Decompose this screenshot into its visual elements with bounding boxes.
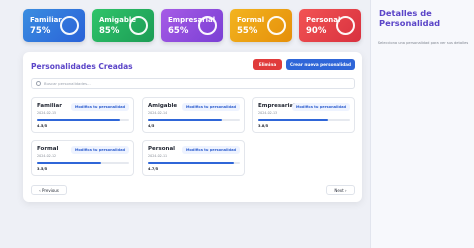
stats-row: Familiar 75% Amigable 85% Empresarial 65… — [23, 9, 361, 42]
rating-bar — [37, 119, 129, 121]
details-hint: Selecciona una personalidad para ver sus… — [377, 41, 469, 45]
personality-name: Familiar — [37, 103, 62, 109]
previous-page-button[interactable]: ‹ Previous — [31, 185, 67, 195]
rating-bar-fill — [258, 119, 328, 121]
details-panel: Detalles de Personalidad Selecciona una … — [370, 0, 474, 248]
search-icon — [36, 81, 41, 86]
search-bar — [31, 78, 355, 89]
modify-personality-button[interactable]: Modifica tu personalidad — [292, 103, 350, 111]
stat-card-empresarial[interactable]: Empresarial 65% — [161, 9, 223, 42]
personality-name: Formal — [37, 146, 59, 152]
rating-bar-fill — [148, 119, 222, 121]
stat-card-familiar[interactable]: Familiar 75% — [23, 9, 85, 42]
stat-value: 65% — [168, 26, 189, 36]
personality-date: 2024-02-11 — [148, 154, 168, 158]
personality-name: Empresarial — [258, 103, 296, 109]
personality-date: 2024-02-15 — [37, 111, 57, 115]
progress-ring-icon — [198, 16, 217, 35]
personality-card-empresarial[interactable]: Empresarial 2024-02-13 Modifica tu perso… — [252, 97, 355, 133]
delete-button[interactable]: Elimina — [253, 59, 282, 70]
stat-card-personal[interactable]: Personal 90% — [299, 9, 361, 42]
stat-value: 90% — [306, 26, 327, 36]
personality-card-personal[interactable]: Personal 2024-02-11 Modifica tu personal… — [142, 140, 245, 176]
personality-date: 2024-02-12 — [37, 154, 57, 158]
progress-ring-icon — [60, 16, 79, 35]
personality-score: 4/5 — [148, 124, 155, 128]
personality-score: 3.8/5 — [258, 124, 269, 128]
modify-personality-button[interactable]: Modifica tu personalidad — [71, 103, 129, 111]
modify-personality-button[interactable]: Modifica tu personalidad — [182, 146, 240, 154]
personality-card-amigable[interactable]: Amigable 2024-02-14 Modifica tu personal… — [142, 97, 245, 133]
personality-name: Personal — [148, 146, 176, 152]
stat-value: 85% — [99, 26, 120, 36]
search-input[interactable] — [44, 81, 344, 86]
details-title: Detalles de Personalidad — [379, 8, 441, 28]
stat-name: Formal — [237, 16, 265, 24]
progress-ring-icon — [267, 16, 286, 35]
personality-name: Amigable — [148, 103, 178, 109]
rating-bar — [148, 162, 240, 164]
personalities-panel: Personalidades Creadas Elimina Crear nue… — [23, 52, 362, 202]
create-personality-button[interactable]: Crear nueva personalidad — [286, 59, 355, 70]
stat-card-amigable[interactable]: Amigable 85% — [92, 9, 154, 42]
rating-bar — [148, 119, 240, 121]
progress-ring-icon — [129, 16, 148, 35]
rating-bar-fill — [37, 119, 120, 121]
rating-bar — [37, 162, 129, 164]
personality-card-familiar[interactable]: Familiar 2024-02-15 Modifica tu personal… — [31, 97, 134, 133]
stat-value: 75% — [30, 26, 51, 36]
personality-date: 2024-02-13 — [258, 111, 278, 115]
progress-ring-icon — [336, 16, 355, 35]
personality-card-formal[interactable]: Formal 2024-02-12 Modifica tu personalid… — [31, 140, 134, 176]
modify-personality-button[interactable]: Modifica tu personalidad — [182, 103, 240, 111]
personality-score: 4.5/5 — [37, 124, 48, 128]
stat-card-formal[interactable]: Formal 55% — [230, 9, 292, 42]
stat-name: Familiar — [30, 16, 62, 24]
personality-score: 3.5/5 — [37, 167, 48, 171]
personality-date: 2024-02-14 — [148, 111, 168, 115]
modify-personality-button[interactable]: Modifica tu personalidad — [71, 146, 129, 154]
rating-bar-fill — [148, 162, 235, 164]
rating-bar — [258, 119, 350, 121]
panel-title: Personalidades Creadas — [31, 62, 133, 71]
personality-score: 4.7/5 — [148, 167, 159, 171]
rating-bar-fill — [37, 162, 102, 164]
next-page-button[interactable]: Next › — [326, 185, 355, 195]
stat-value: 55% — [237, 26, 258, 36]
